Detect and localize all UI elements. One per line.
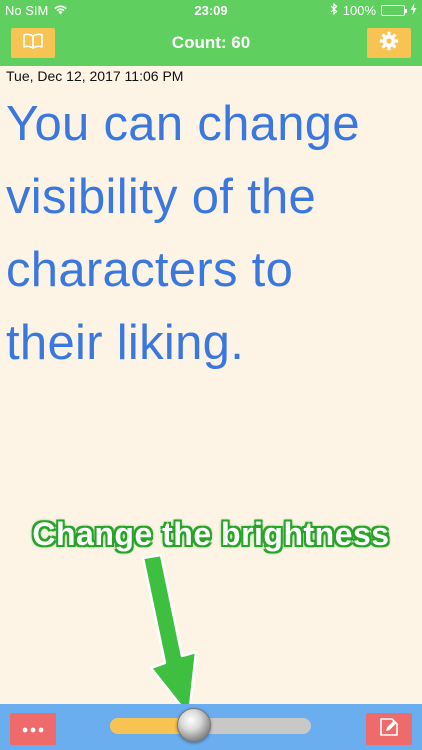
more-button[interactable] — [10, 713, 56, 745]
edit-icon — [379, 717, 399, 742]
pointer-arrow-icon — [141, 553, 198, 718]
more-dots-icon — [22, 720, 44, 738]
edit-button[interactable] — [366, 713, 412, 745]
